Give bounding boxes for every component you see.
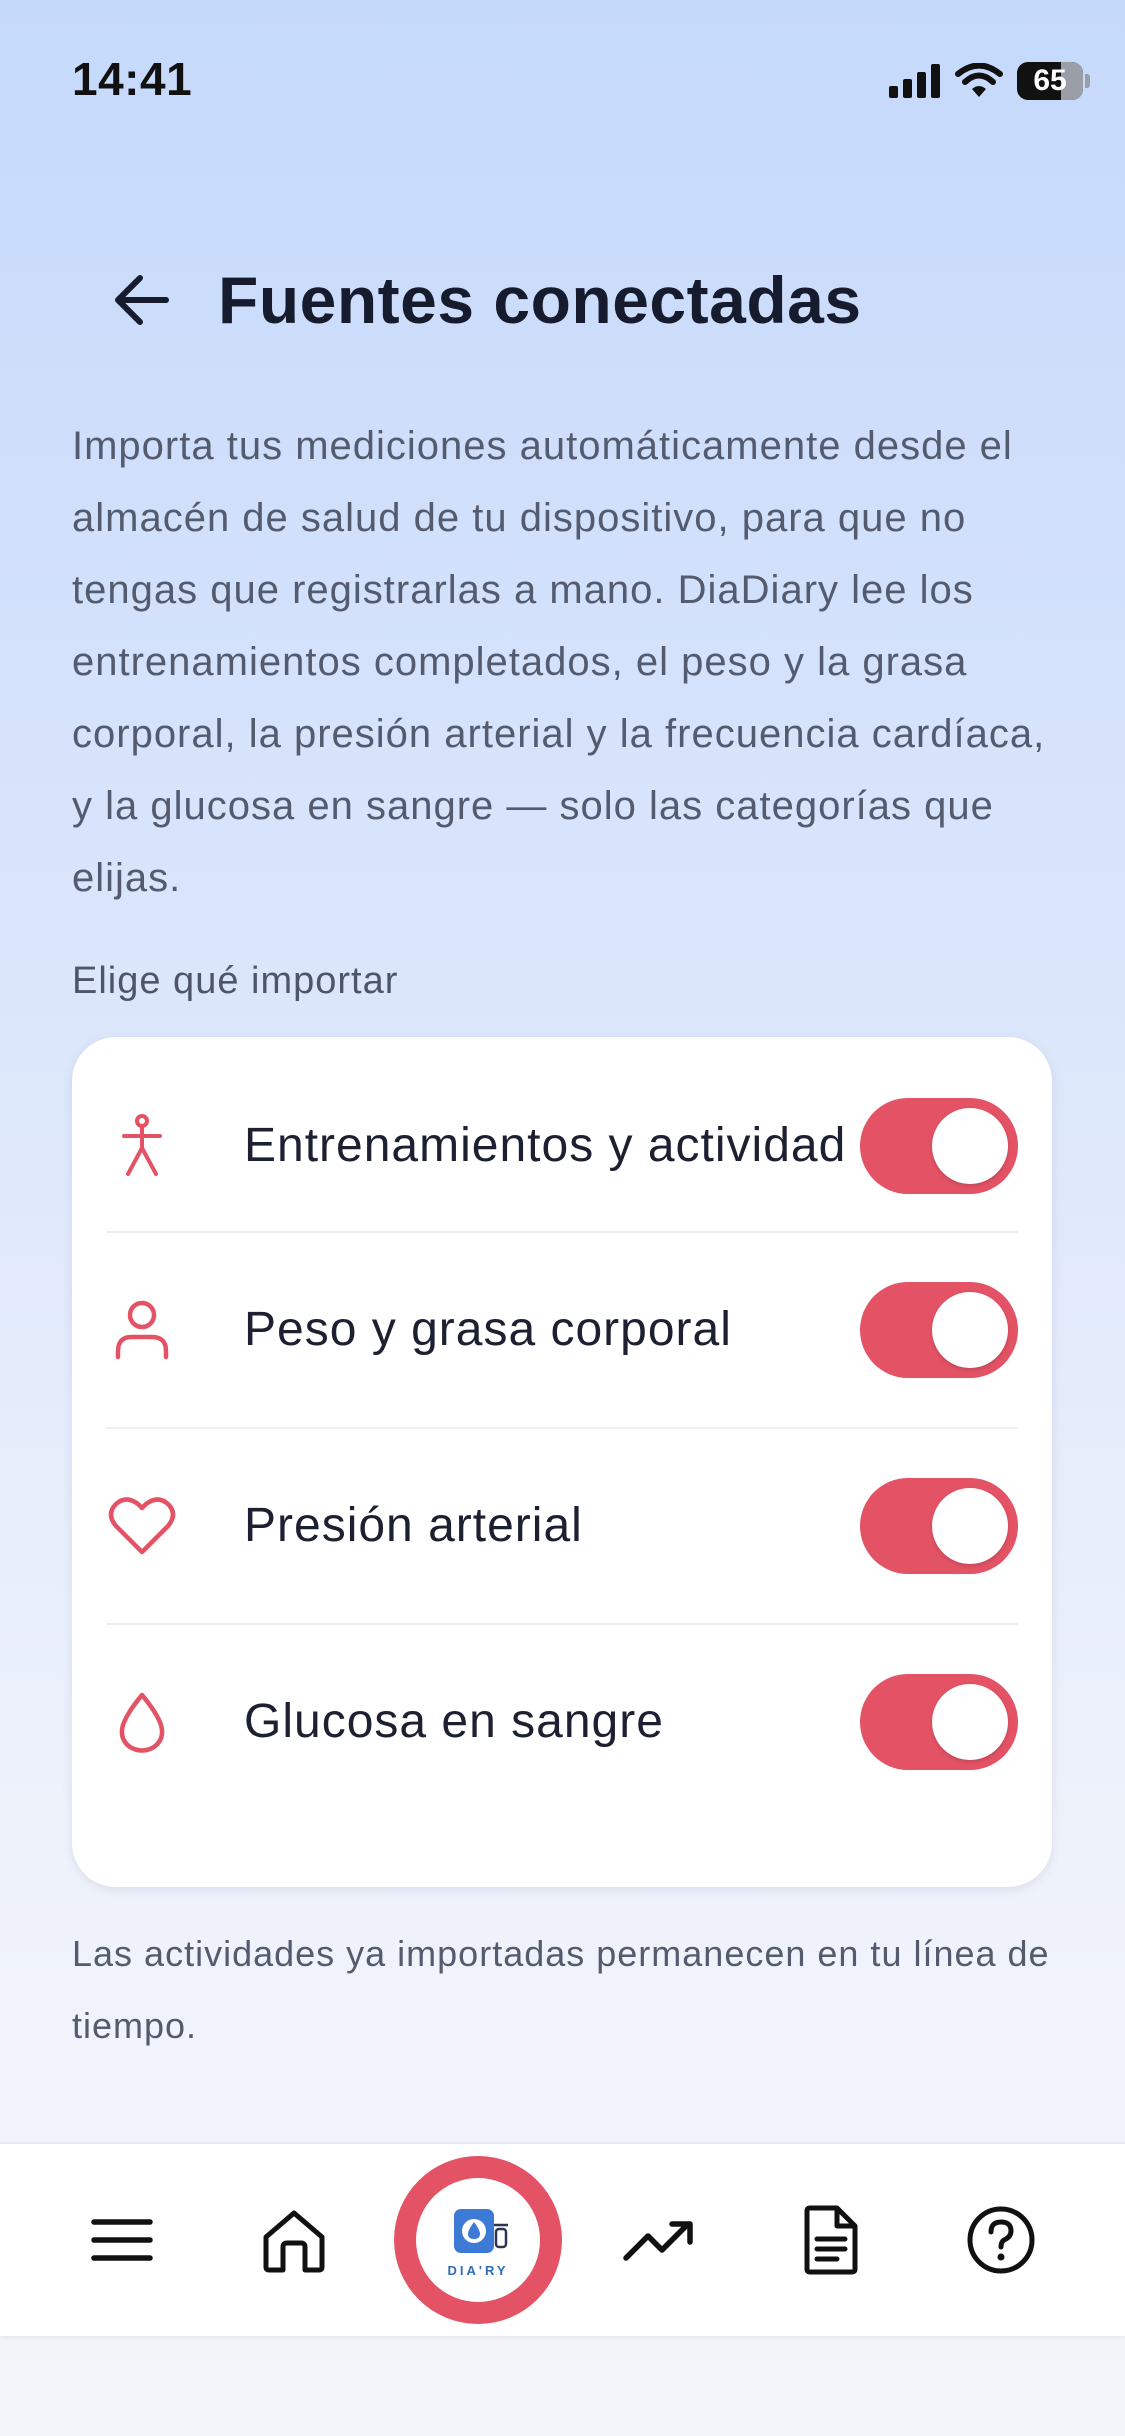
diary-logo: DIA'RY: [416, 2178, 540, 2302]
source-row-blood-pressure: Presión arterial: [106, 1429, 1018, 1625]
toggle-weight[interactable]: [860, 1282, 1018, 1378]
status-time: 14:41: [72, 53, 193, 105]
drop-icon: [106, 1686, 178, 1758]
source-label: Peso y grasa corporal: [244, 1303, 732, 1356]
source-label: Glucosa en sangre: [244, 1695, 664, 1748]
toggle-glucose[interactable]: [860, 1674, 1018, 1770]
help-icon: [967, 2206, 1035, 2274]
trends-button[interactable]: [616, 2196, 704, 2284]
person-activity-icon: [106, 1110, 178, 1182]
source-row-weight: Peso y grasa corporal: [106, 1233, 1018, 1429]
bottom-nav: DIA'RY: [0, 2142, 1125, 2336]
source-row-workouts: Entrenamientos y actividad: [106, 1061, 1018, 1233]
diary-logo-icon: [454, 2208, 508, 2253]
help-button[interactable]: [957, 2196, 1045, 2284]
wifi-icon: [955, 63, 1003, 97]
menu-button[interactable]: [78, 2196, 166, 2284]
heart-icon: [106, 1490, 178, 1562]
section-label: Elige qué importar: [72, 960, 399, 1002]
page-title: Fuentes conectadas: [218, 263, 862, 337]
signal-icon: [889, 64, 940, 98]
source-row-glucose: Glucosa en sangre: [106, 1625, 1018, 1819]
source-label: Entrenamientos y actividad: [244, 1119, 847, 1172]
menu-icon: [91, 2219, 153, 2261]
status-icons: 65: [889, 58, 1090, 104]
person-icon: [106, 1294, 178, 1366]
toggle-blood-pressure[interactable]: [860, 1478, 1018, 1574]
status-bar: 14:41 65: [0, 0, 1125, 150]
back-button[interactable]: [100, 258, 184, 342]
diary-button[interactable]: DIA'RY: [394, 2156, 562, 2324]
home-icon: [263, 2210, 325, 2273]
sources-card: Entrenamientos y actividad Peso y grasa …: [72, 1037, 1052, 1887]
battery-icon: 65: [1017, 62, 1090, 100]
battery-level: 65: [1033, 64, 1067, 97]
home-button[interactable]: [250, 2196, 338, 2284]
toggle-workouts[interactable]: [860, 1098, 1018, 1194]
trend-icon: [623, 2221, 693, 2261]
arrow-left-icon: [115, 275, 169, 325]
reports-button[interactable]: [786, 2196, 874, 2284]
logo-text: DIA'RY: [447, 2262, 509, 2278]
header: Fuentes conectadas: [0, 240, 1125, 350]
document-icon: [804, 2205, 858, 2275]
source-label: Presión arterial: [244, 1499, 583, 1552]
footnote: Las actividades ya importadas permanecen…: [72, 1933, 1050, 2046]
intro-text: Importa tus mediciones automáticamente d…: [72, 424, 1046, 900]
